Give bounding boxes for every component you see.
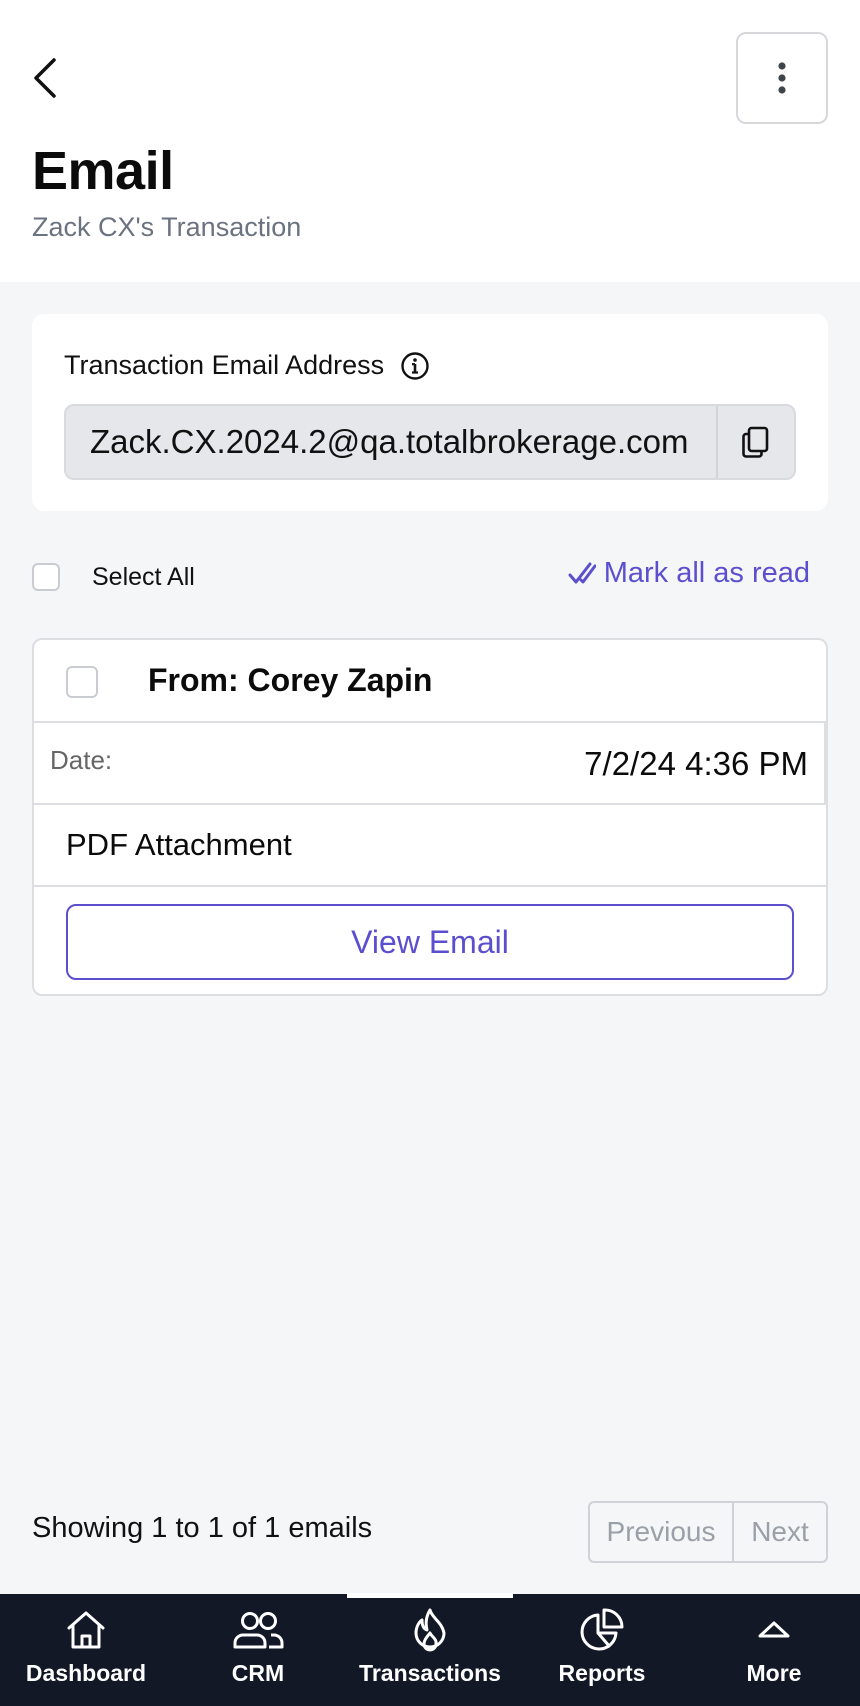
chevron-left-icon	[34, 58, 56, 98]
transaction-email-field: Zack.CX.2024.2@qa.totalbrokerage.com	[64, 404, 796, 480]
email-attachment: PDF Attachment	[66, 827, 292, 862]
nav-label-reports: Reports	[558, 1660, 646, 1686]
more-options-button[interactable]	[736, 32, 828, 124]
home-icon	[64, 1604, 108, 1656]
selection-toolbar: Select All Mark all as read	[32, 555, 828, 599]
transaction-email-card: Transaction Email Address Zack.CX.2024.2…	[32, 314, 828, 511]
info-icon[interactable]	[400, 351, 430, 381]
flame-icon	[408, 1604, 452, 1656]
next-page-button[interactable]: Next	[734, 1503, 826, 1561]
nav-item-crm[interactable]: CRM	[172, 1594, 344, 1706]
email-date-row: Date: 7/2/24 4:36 PM	[34, 723, 826, 805]
email-select-checkbox[interactable]	[66, 666, 98, 698]
copy-email-button[interactable]	[716, 406, 794, 478]
nav-label-transactions: Transactions	[359, 1660, 501, 1686]
chevron-up-icon	[758, 1604, 790, 1656]
nav-label-dashboard: Dashboard	[25, 1660, 147, 1686]
pagination-controls: Previous Next	[588, 1501, 828, 1563]
more-vertical-icon	[778, 62, 786, 94]
pagination-summary: Showing 1 to 1 of 1 emails	[32, 1512, 373, 1544]
email-from-row: From: Corey Zapin	[34, 640, 826, 723]
previous-page-button[interactable]: Previous	[590, 1503, 734, 1561]
double-check-icon	[568, 562, 596, 583]
email-attachment-row: PDF Attachment	[34, 805, 826, 887]
email-card: From: Corey Zapin Date: 7/2/24 4:36 PM P…	[32, 638, 828, 996]
nav-item-reports[interactable]: Reports	[516, 1594, 688, 1706]
mark-all-read-label: Mark all as read	[603, 557, 810, 589]
select-all-label[interactable]: Select All	[92, 563, 195, 592]
nav-label-more: More	[746, 1660, 802, 1686]
email-from: From: Corey Zapin	[148, 662, 433, 698]
nav-item-transactions[interactable]: Transactions	[344, 1594, 516, 1706]
users-icon	[231, 1604, 285, 1656]
select-all-checkbox[interactable]	[32, 563, 60, 591]
nav-item-dashboard[interactable]: Dashboard	[0, 1594, 172, 1706]
pie-chart-icon	[578, 1604, 626, 1656]
copy-icon	[742, 426, 769, 458]
transaction-email-label-row: Transaction Email Address	[64, 350, 430, 381]
email-date-value: 7/2/24 4:36 PM	[584, 745, 808, 782]
view-email-button[interactable]: View Email	[66, 904, 794, 980]
transaction-email-value[interactable]: Zack.CX.2024.2@qa.totalbrokerage.com	[66, 423, 716, 461]
mark-all-read-button[interactable]: Mark all as read	[568, 557, 810, 590]
page-header: Email Zack CX's Transaction	[0, 0, 860, 282]
nav-item-more[interactable]: More	[688, 1594, 860, 1706]
page-title: Email	[32, 141, 174, 201]
nav-label-crm: CRM	[231, 1660, 285, 1686]
email-date-label: Date:	[50, 745, 113, 775]
page-subtitle: Zack CX's Transaction	[32, 212, 302, 242]
transaction-email-label: Transaction Email Address	[64, 350, 385, 380]
active-tab-indicator	[347, 1593, 513, 1598]
back-button[interactable]	[24, 52, 64, 104]
bottom-navigation: Dashboard CRM Transactions Reports More	[0, 1594, 860, 1706]
